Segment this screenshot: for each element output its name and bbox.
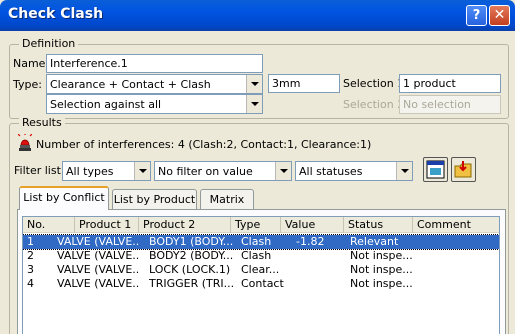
- cell-product2: BODY2 (BODY...: [149, 249, 234, 262]
- type-dropdown[interactable]: Clearance + Contact + Clash: [46, 74, 263, 94]
- cell-comment: [413, 263, 499, 277]
- type-label: Type:: [13, 78, 42, 91]
- name-label: Name:: [13, 57, 50, 70]
- window-title: Check Clash: [8, 6, 104, 22]
- table-row[interactable]: 4 VALVE (VALVE... TRIGGER (TRI... Contac…: [23, 277, 499, 291]
- filter-value-dropdown[interactable]: No filter on value: [154, 161, 292, 181]
- cell-product1: VALVE (VALVE...: [57, 263, 139, 276]
- cell-type: Clash: [241, 235, 272, 248]
- cell-status: Relevant: [350, 235, 399, 248]
- chevron-down-icon[interactable]: [246, 95, 262, 113]
- close-button[interactable]: ✕: [489, 5, 510, 26]
- folder-export-icon: [454, 161, 472, 178]
- cell-product1: VALVE (VALVE...: [57, 249, 139, 262]
- tab-matrix[interactable]: Matrix: [200, 189, 254, 210]
- cell-product1: VALVE (VALVE...: [57, 235, 139, 248]
- selection-mode-value: Selection against all: [50, 98, 162, 111]
- chevron-down-icon[interactable]: [134, 162, 150, 180]
- cell-comment: [413, 249, 499, 263]
- cell-type: Clear...: [241, 263, 280, 276]
- column-header-comment[interactable]: Comment: [413, 217, 499, 233]
- results-legend: Results: [19, 116, 65, 129]
- cell-comment: [413, 277, 499, 291]
- tab-list-by-product[interactable]: List by Product: [112, 189, 197, 210]
- cell-type: Clash: [241, 249, 272, 262]
- name-input[interactable]: Interference.1: [46, 54, 263, 73]
- list-header: No. Product 1 Product 2 Type Value Statu…: [23, 217, 499, 233]
- cell-type: Contact: [241, 277, 284, 290]
- clearance-input[interactable]: 3mm: [268, 74, 340, 93]
- interference-summary: Number of interferences: 4 (Clash:2, Con…: [36, 138, 372, 151]
- selection2-input: No selection: [399, 95, 501, 114]
- filter-status-dropdown[interactable]: All statuses: [295, 161, 413, 181]
- chevron-down-icon[interactable]: [275, 162, 291, 180]
- cell-status: Not inspe...: [350, 277, 413, 290]
- window-icon: [426, 160, 445, 179]
- cell-comment: [413, 235, 499, 249]
- definition-legend: Definition: [19, 37, 79, 50]
- table-row[interactable]: 2 VALVE (VALVE... BODY2 (BODY... Clash N…: [23, 249, 499, 263]
- chevron-down-icon[interactable]: [246, 75, 262, 93]
- filter-type-dropdown[interactable]: All types: [62, 161, 151, 181]
- column-header-product2[interactable]: Product 2: [139, 217, 231, 233]
- cell-product1: VALVE (VALVE...: [57, 277, 139, 290]
- cell-product2: TRIGGER (TRI...: [149, 277, 235, 290]
- type-dropdown-value: Clearance + Contact + Clash: [50, 78, 211, 91]
- conflict-list[interactable]: No. Product 1 Product 2 Type Value Statu…: [22, 216, 500, 334]
- filter-value-value: No filter on value: [158, 165, 253, 178]
- cell-status: Not inspe...: [350, 249, 413, 262]
- filter-status-value: All statuses: [299, 165, 363, 178]
- interference-alert-icon: [17, 133, 33, 152]
- column-header-type[interactable]: Type: [231, 217, 281, 233]
- column-header-product1[interactable]: Product 1: [75, 217, 139, 233]
- chevron-down-icon[interactable]: [396, 162, 412, 180]
- column-header-no[interactable]: No.: [23, 217, 75, 233]
- cell-status: Not inspe...: [350, 263, 413, 276]
- tab-panel: No. Product 1 Product 2 Type Value Statu…: [17, 209, 506, 334]
- export-button[interactable]: [451, 157, 476, 182]
- detail-window-button[interactable]: [423, 157, 448, 182]
- table-row[interactable]: 3 VALVE (VALVE... LOCK (LOCK.1) Clear...…: [23, 263, 499, 277]
- table-row[interactable]: 1 VALVE (VALVE... BODY1 (BODY... Clash -…: [23, 234, 499, 250]
- help-button[interactable]: ?: [466, 5, 487, 26]
- tab-list-by-conflict[interactable]: List by Conflict: [19, 186, 109, 210]
- cell-product2: BODY1 (BODY...: [149, 235, 234, 248]
- title-bar[interactable]: Check Clash ? ✕: [0, 0, 515, 31]
- filter-type-value: All types: [66, 165, 114, 178]
- selection1-input[interactable]: 1 product: [399, 74, 501, 93]
- column-header-value[interactable]: Value: [281, 217, 344, 233]
- column-header-status[interactable]: Status: [344, 217, 413, 233]
- selection-mode-dropdown[interactable]: Selection against all: [46, 94, 263, 114]
- cell-product2: LOCK (LOCK.1): [149, 263, 231, 276]
- filter-label: Filter list:: [14, 164, 65, 177]
